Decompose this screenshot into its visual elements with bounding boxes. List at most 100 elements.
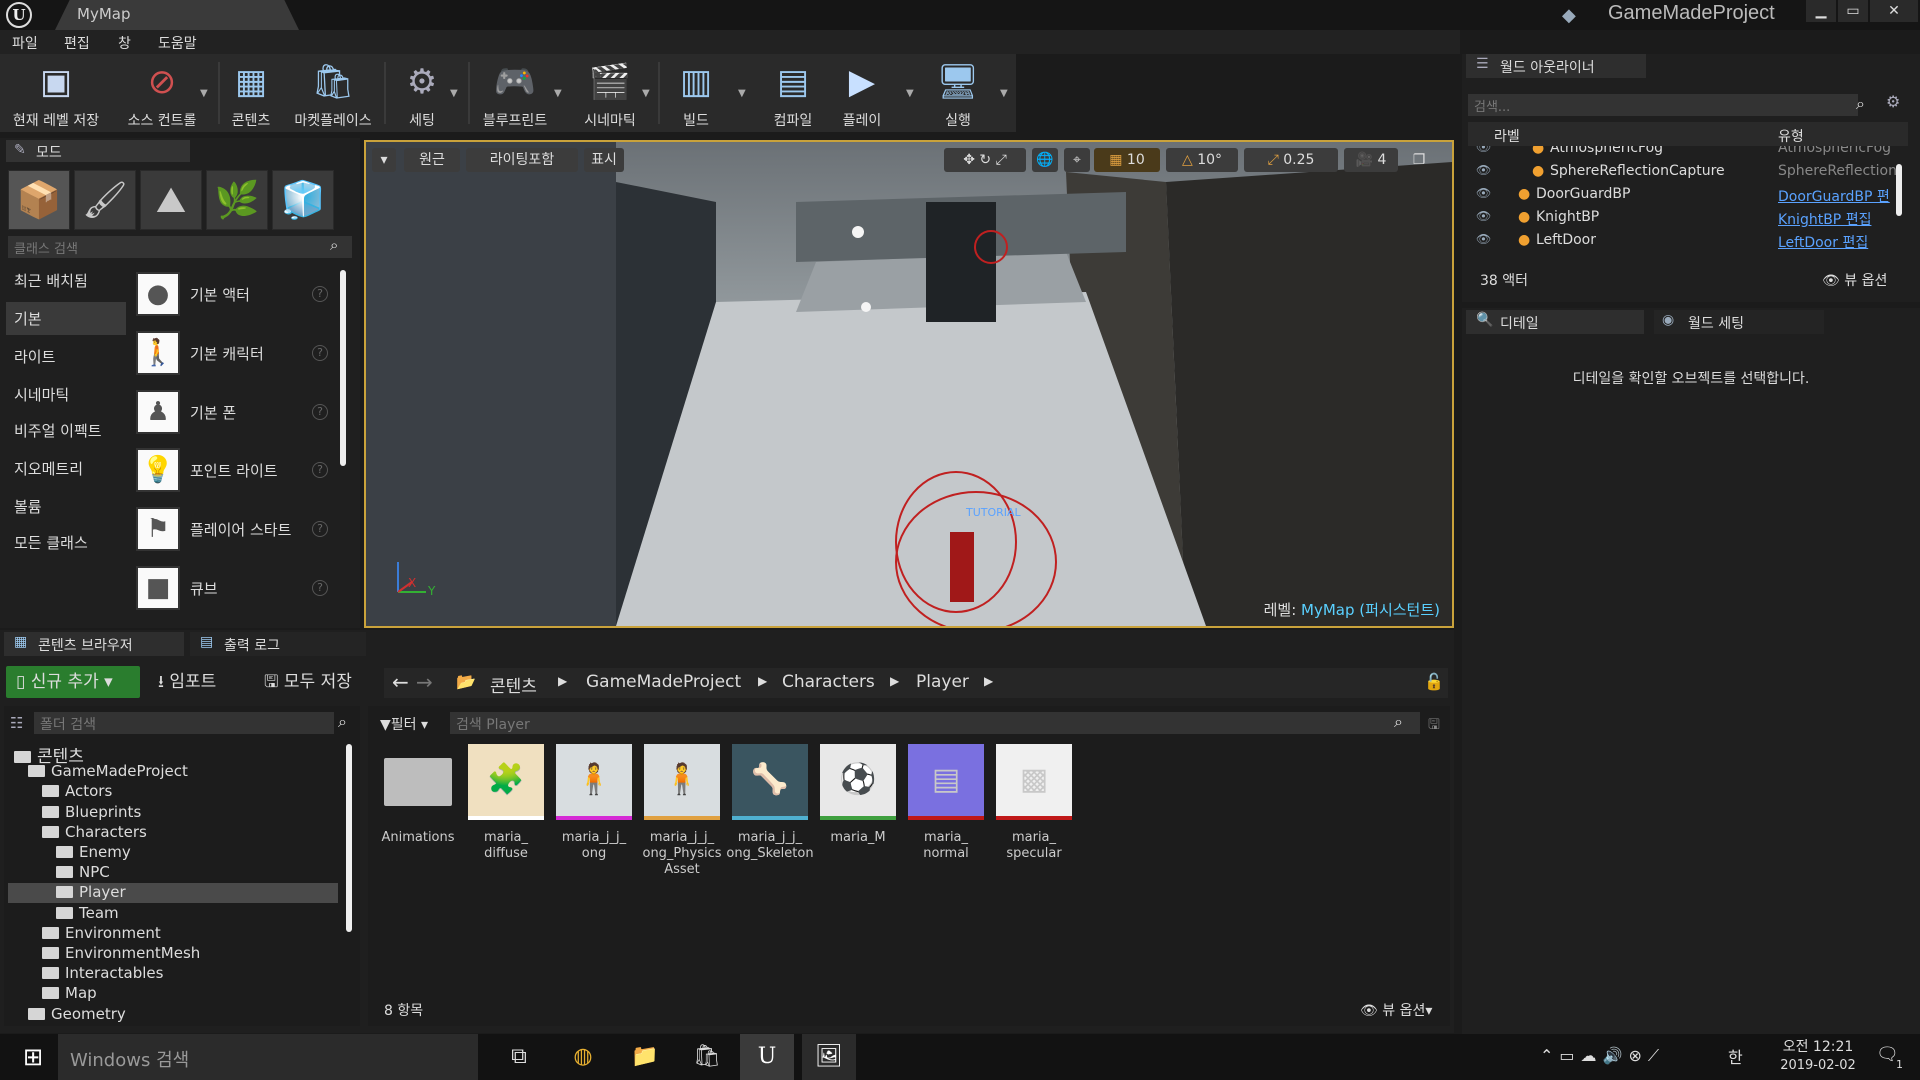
lock-icon[interactable]: 🔓 [1424,672,1444,691]
tree-item[interactable]: 콘텐츠 [8,742,338,767]
mode-category[interactable]: 최근 배치됨 [6,264,126,297]
outliner-row[interactable]: 👁 ● KnightBP KnightBP 편집 [1468,207,1900,229]
help-icon[interactable]: ? [312,462,328,478]
mode-category[interactable]: 모든 클래스 [6,526,126,559]
tree-item-selected[interactable]: Player [8,883,338,904]
perspective-button[interactable]: 원근 [404,148,460,172]
scrollbar[interactable] [346,744,352,932]
close-window-button[interactable]: ✕ [1870,0,1918,22]
visibility-eye-icon[interactable]: 👁 [1476,163,1491,177]
tree-item[interactable]: Team [8,904,338,924]
foliage-mode-tab[interactable]: 🌿 [206,170,268,230]
import-button[interactable]: ⭳ 임포트 [158,666,248,698]
landscape-mode-tab[interactable]: ⛰ [140,170,202,230]
breadcrumb-item[interactable]: Player [916,672,969,692]
help-icon[interactable]: ? [312,404,328,420]
file-explorer-icon[interactable]: 📁 [618,1034,672,1080]
source-control-button[interactable]: ⊘ 소스 컨트롤 ▼ [112,54,212,132]
visibility-eye-icon[interactable]: 👁 [1476,186,1491,200]
rotation-snap-button[interactable]: △ 10° [1166,148,1238,172]
scrollbar[interactable] [1896,164,1902,216]
outliner-row-type[interactable]: LeftDoor 편집 [1778,232,1868,252]
ime-indicator[interactable]: 한 [1728,1044,1743,1068]
world-outliner-tab[interactable]: 월드 아웃라이너 [1466,54,1646,78]
menu-edit[interactable]: 편집 [64,33,90,53]
outliner-row[interactable]: 👁 ● DoorGuardBP DoorGuardBP 편 [1468,184,1900,206]
save-all-button[interactable]: 🖫 모두 저장 [264,666,374,698]
mode-category[interactable]: 지오메트리 [6,452,126,485]
place-mode-tab[interactable]: 📦 [8,170,70,230]
tree-item[interactable]: Actors [8,782,338,802]
save-search-icon[interactable]: 🖫 [1428,714,1440,738]
add-new-button[interactable]: ▯ 신규 추가 ▾ [6,666,140,698]
help-icon[interactable]: ? [312,286,328,302]
menu-window[interactable]: 창 [118,33,131,53]
outliner-search-input[interactable]: 검색... [1468,94,1858,116]
asset-tile[interactable]: ⚽ maria_M [820,744,896,894]
chevron-down-icon[interactable]: ▼ [738,88,746,99]
chevron-down-icon[interactable]: ▼ [642,88,650,99]
breadcrumb-item[interactable]: GameMadeProject [586,672,741,692]
level-viewport[interactable]: TUTORIAL X Y ▾ 원근 라이팅포함 표시 ✥ ↻ ⤢ 🌐 ⌖ ▦ 1… [364,140,1454,628]
launch-button[interactable]: 🖥 실행 ▼ [924,54,1007,132]
asset-tile[interactable]: Animations [380,744,456,894]
outliner-settings-icon[interactable]: ⚙ [1886,92,1900,111]
view-mode-button[interactable]: 라이팅포함 [466,148,578,172]
help-icon[interactable]: ? [312,345,328,361]
grid-snap-button[interactable]: ▦ 10 [1094,148,1160,172]
level-doc-tab[interactable]: MyMap [55,0,299,30]
tree-toggle-icon[interactable]: ☷ [10,714,23,732]
tree-item[interactable]: GameMadeProject [8,762,338,782]
filter-button[interactable]: ▼필터 ▾ [380,714,428,734]
camera-speed-button[interactable]: 🎥 4 [1344,148,1398,172]
paint-mode-tab[interactable]: 🖌 [74,170,136,230]
visibility-eye-icon[interactable]: 👁 [1476,232,1491,246]
clock-time[interactable]: 오전 12:21 [1776,1036,1860,1056]
tree-item[interactable]: Characters [8,823,338,843]
clock-date[interactable]: 2019-02-02 [1768,1058,1868,1073]
modes-tab[interactable]: 모드 [6,140,190,162]
viewport-options-button[interactable]: ▾ [372,148,396,172]
breadcrumb-item[interactable]: Characters [782,672,875,692]
world-space-button[interactable]: 🌐 [1032,148,1058,172]
col-type[interactable]: 유형 [1778,126,1804,146]
surface-snap-button[interactable]: ⌖ [1064,148,1090,172]
chevron-down-icon[interactable]: ▼ [554,88,562,99]
asset-view-options[interactable]: 👁 뷰 옵션▾ [1360,1000,1432,1020]
back-icon[interactable]: ← [392,670,409,694]
world-settings-tab[interactable]: 월드 세팅 [1654,310,1824,334]
help-icon[interactable]: ? [312,521,328,537]
geometry-mode-tab[interactable]: 🧊 [272,170,334,230]
chevron-down-icon[interactable]: ▼ [450,88,458,99]
asset-tile[interactable]: ▤ maria_ normal [908,744,984,894]
mode-category[interactable]: 비주얼 이펙트 [6,414,126,447]
tree-item[interactable]: Blueprints [8,803,338,823]
task-view-icon[interactable]: ⧉ [492,1034,546,1080]
content-browser-tab[interactable]: 콘텐츠 브라우저 [4,632,184,656]
asset-tile[interactable]: 🧍 maria_j_j_ ong [556,744,632,894]
asset-search-input[interactable]: 검색 Player [450,712,1420,734]
place-actor-item[interactable]: 💡 포인트 라이트 ? [134,446,336,496]
maximize-viewport-button[interactable]: ❐ [1406,148,1432,172]
outliner-row[interactable]: 👁 ● SphereReflectionCapture SphereReflectio… [1468,161,1900,183]
build-button[interactable]: ▥ 빌드 ▼ [666,54,746,132]
tree-item[interactable]: Interactables [8,964,338,984]
blueprint-button[interactable]: 🎮 블루프린트 ▼ [474,54,562,132]
cinematic-button[interactable]: 🎬 시네마틱 ▼ [574,54,649,132]
tree-item[interactable]: EnvironmentMesh [8,944,338,964]
chrome-icon[interactable]: ◍ [556,1034,610,1080]
breadcrumb-item[interactable]: 콘텐츠 [490,672,537,697]
asset-tile[interactable]: ▩ maria_ specular [996,744,1072,894]
place-actor-item[interactable]: ■ 큐브 ? [134,564,336,614]
outliner-view-options[interactable]: 👁 뷰 옵션 [1822,270,1887,290]
chevron-down-icon[interactable]: ▼ [200,88,208,99]
scrollbar[interactable] [340,270,346,466]
place-actor-item[interactable]: ♟ 기본 폰 ? [134,388,336,438]
tree-item[interactable]: Map [8,984,338,1004]
settings-button[interactable]: ⚙ 세팅 ▼ [392,54,458,132]
place-actor-item[interactable]: ⚑ 플레이어 스타트 ? [134,505,336,555]
tree-item[interactable]: NPC [8,863,338,883]
place-actor-item[interactable]: 🚶 기본 캐릭터 ? [134,329,336,379]
tree-item[interactable]: Environment [8,924,338,944]
chevron-down-icon[interactable]: ▼ [906,88,914,99]
